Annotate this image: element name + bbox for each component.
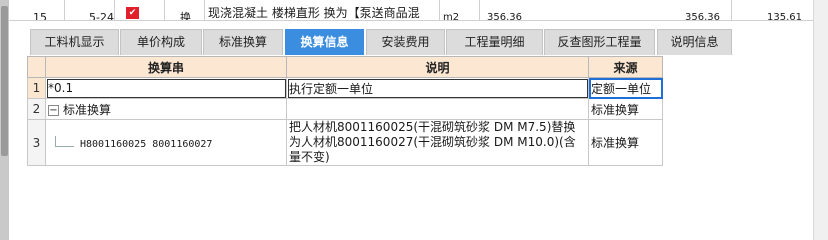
source-cell[interactable]: 标准换算 bbox=[588, 98, 663, 120]
column-divider bbox=[114, 0, 115, 20]
header-formula[interactable]: 换算串 bbox=[45, 56, 287, 78]
collapse-icon[interactable]: − bbox=[48, 104, 59, 116]
row-number: 15 bbox=[33, 11, 47, 21]
column-divider bbox=[204, 0, 205, 20]
source-cell[interactable]: 标准换算 bbox=[588, 119, 663, 166]
item-price: 135.61 bbox=[767, 12, 802, 21]
table-row[interactable]: 3 H8001160025 8001160027 把人材机8001160025(… bbox=[27, 119, 663, 166]
table-header: 换算串 说明 来源 bbox=[27, 56, 663, 78]
upper-table-row[interactable]: 15 5-24 ✔ 换 现浇混凝土 楼梯直形 换为【泵送商品混 m2 356.3… bbox=[9, 0, 813, 21]
column-divider bbox=[479, 0, 480, 20]
red-flag-icon: ✔ bbox=[126, 7, 139, 19]
tab-conversion-info[interactable]: 换算信息 bbox=[285, 29, 364, 55]
formula-cell[interactable]: H8001160025 8001160027 bbox=[45, 119, 287, 166]
item-type: 换 bbox=[180, 11, 191, 21]
row-number: 3 bbox=[27, 119, 46, 166]
left-scrollbar-thumb[interactable] bbox=[1, 6, 8, 156]
item-quantity: 356.36 bbox=[487, 12, 522, 21]
tab-material-display[interactable]: 工料机显示 bbox=[30, 29, 119, 55]
tab-bar: 工料机显示 单价构成 标准换算 换算信息 安装费用 工程量明细 反查图形工程量 … bbox=[30, 29, 820, 55]
tab-reverse-lookup[interactable]: 反查图形工程量 bbox=[544, 29, 655, 55]
formula-cell[interactable]: *0.1 bbox=[45, 77, 287, 99]
row-number: 2 bbox=[27, 98, 46, 120]
header-description[interactable]: 说明 bbox=[286, 56, 589, 78]
corner-cell bbox=[27, 56, 46, 78]
table-row[interactable]: 1 *0.1 执行定额一单位 定额一单位 bbox=[27, 77, 663, 99]
formula-cell[interactable]: − 标准换算 bbox=[45, 98, 287, 120]
tab-installation-fees[interactable]: 安装费用 bbox=[366, 29, 445, 55]
item-quantity-2: 356.36 bbox=[685, 12, 720, 21]
description-cell[interactable]: 执行定额一单位 bbox=[286, 77, 589, 99]
tab-quantity-details[interactable]: 工程量明细 bbox=[446, 29, 543, 55]
conversion-info-table: 换算串 说明 来源 1 *0.1 执行定额一单位 定额一单位 2 − 标准换算 标… bbox=[27, 56, 663, 166]
source-cell[interactable]: 定额一单位 bbox=[588, 77, 663, 99]
group-label: 标准换算 bbox=[63, 102, 112, 117]
left-scrollbar[interactable] bbox=[0, 0, 9, 240]
column-divider bbox=[439, 0, 440, 20]
item-name: 现浇混凝土 楼梯直形 换为【泵送商品混 bbox=[208, 6, 420, 20]
item-unit: m2 bbox=[443, 12, 460, 21]
tab-unit-price[interactable]: 单价构成 bbox=[120, 29, 202, 55]
column-divider bbox=[164, 0, 165, 20]
tree-connector bbox=[55, 135, 74, 147]
description-cell[interactable] bbox=[286, 98, 589, 120]
column-divider bbox=[731, 0, 732, 20]
table-row[interactable]: 2 − 标准换算 标准换算 bbox=[27, 98, 663, 120]
row-number: 1 bbox=[27, 77, 46, 99]
tab-description-info[interactable]: 说明信息 bbox=[657, 29, 732, 55]
header-source[interactable]: 来源 bbox=[588, 56, 663, 78]
column-divider bbox=[64, 0, 65, 20]
tab-standard-conversion[interactable]: 标准换算 bbox=[203, 29, 283, 55]
formula-text: H8001160025 8001160027 bbox=[80, 138, 213, 150]
description-cell[interactable]: 把人材机8001160025(干混砌筑砂浆 DM M7.5)替换为人材机8001… bbox=[286, 119, 589, 166]
item-code: 5-24 bbox=[89, 11, 114, 21]
